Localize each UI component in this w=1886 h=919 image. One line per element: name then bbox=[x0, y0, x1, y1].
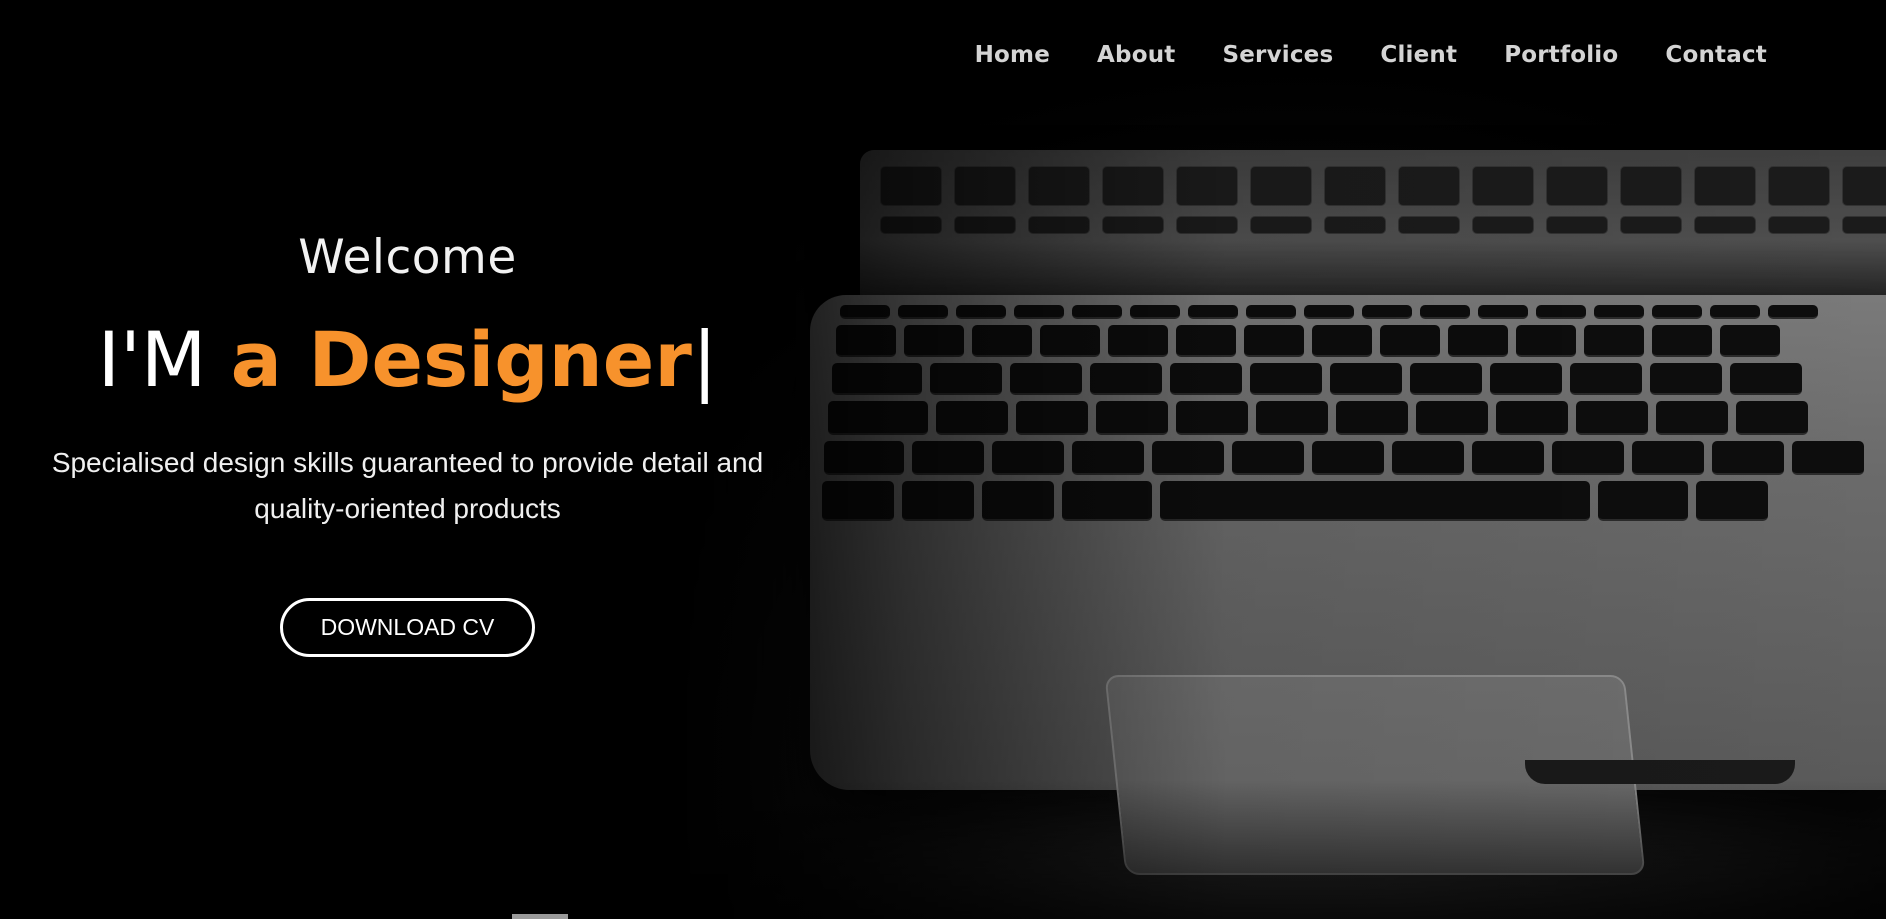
hero-subtext: Specialised design skills guaranteed to … bbox=[51, 447, 764, 524]
main-nav: Home About Services Client Portfolio Con… bbox=[0, 0, 1886, 110]
laptop-notch bbox=[1525, 760, 1795, 784]
hero-text-block: Welcome I'M a Designer| Specialised desi… bbox=[0, 230, 815, 657]
nav-portfolio[interactable]: Portfolio bbox=[1504, 42, 1618, 68]
welcome-heading: Welcome bbox=[298, 230, 517, 285]
hero-section: Home About Services Client Portfolio Con… bbox=[0, 0, 1886, 919]
nav-contact[interactable]: Contact bbox=[1665, 42, 1767, 68]
hero-headline: I'M a Designer| bbox=[0, 315, 815, 404]
typing-cursor: | bbox=[691, 315, 718, 404]
nav-about[interactable]: About bbox=[1097, 42, 1175, 68]
nav-home[interactable]: Home bbox=[975, 42, 1050, 68]
laptop-background-image bbox=[780, 130, 1886, 875]
headline-prefix: I'M bbox=[97, 315, 231, 404]
scroll-indicator bbox=[512, 914, 568, 919]
nav-client[interactable]: Client bbox=[1380, 42, 1457, 68]
headline-accent: a Designer bbox=[230, 315, 692, 404]
laptop-lid bbox=[860, 150, 1886, 300]
laptop-base bbox=[810, 295, 1886, 875]
download-cv-button[interactable]: DOWNLOAD CV bbox=[279, 598, 536, 657]
nav-services[interactable]: Services bbox=[1222, 42, 1333, 68]
